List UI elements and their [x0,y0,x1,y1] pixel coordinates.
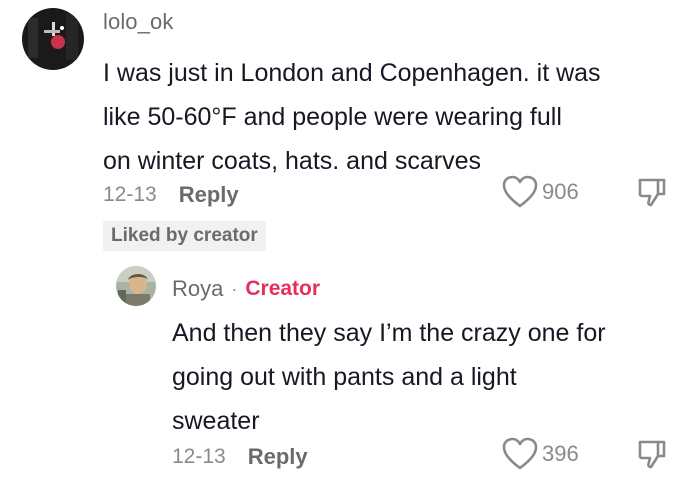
reply-like-button[interactable]: 396 [502,437,579,471]
reply-reply-button[interactable]: Reply [248,444,308,470]
commenter-username[interactable]: lolo_ok [103,9,173,35]
reply-header: Roya · Creator [172,276,320,302]
reply-text-line-3: sweater [172,407,260,435]
thumbs-down-icon [638,178,666,207]
comment-text-line-3: on winter coats, hats. and scarves [103,147,481,175]
liked-by-creator-badge: Liked by creator [103,221,266,251]
creator-avatar[interactable] [116,266,156,306]
comment-dislike-button[interactable] [636,176,668,213]
comment-date: 12-13 [103,183,157,206]
creator-badge: Creator [245,277,321,300]
comment-like-count: 906 [542,179,579,204]
comment-like-button[interactable]: 906 [502,175,579,209]
heart-outline-icon [502,437,538,470]
comment-reply-button[interactable]: Reply [179,182,239,208]
commenter-avatar[interactable] [22,8,84,70]
separator-dot: · [231,278,238,299]
reply-text-line-2: going out with pants and a light [172,363,517,391]
comment-text-line-2: like 50-60°F and people were wearing ful… [103,103,562,131]
reply-text-line-1: And then they say I’m the crazy one for [172,319,606,347]
reply-like-count: 396 [542,441,579,466]
avatar-photo-icon [116,266,156,306]
reply-date: 12-13 [172,445,226,468]
comment-text-line-1: I was just in London and Copenhagen. it … [103,59,601,87]
avatar-photo-icon [22,8,84,70]
creator-username[interactable]: Roya [172,276,223,302]
heart-outline-icon [502,175,538,208]
reply-meta: 12-13 Reply [172,444,308,470]
comment-meta: 12-13 Reply [103,182,239,208]
thumbs-down-icon [638,440,666,469]
reply-dislike-button[interactable] [636,438,668,475]
